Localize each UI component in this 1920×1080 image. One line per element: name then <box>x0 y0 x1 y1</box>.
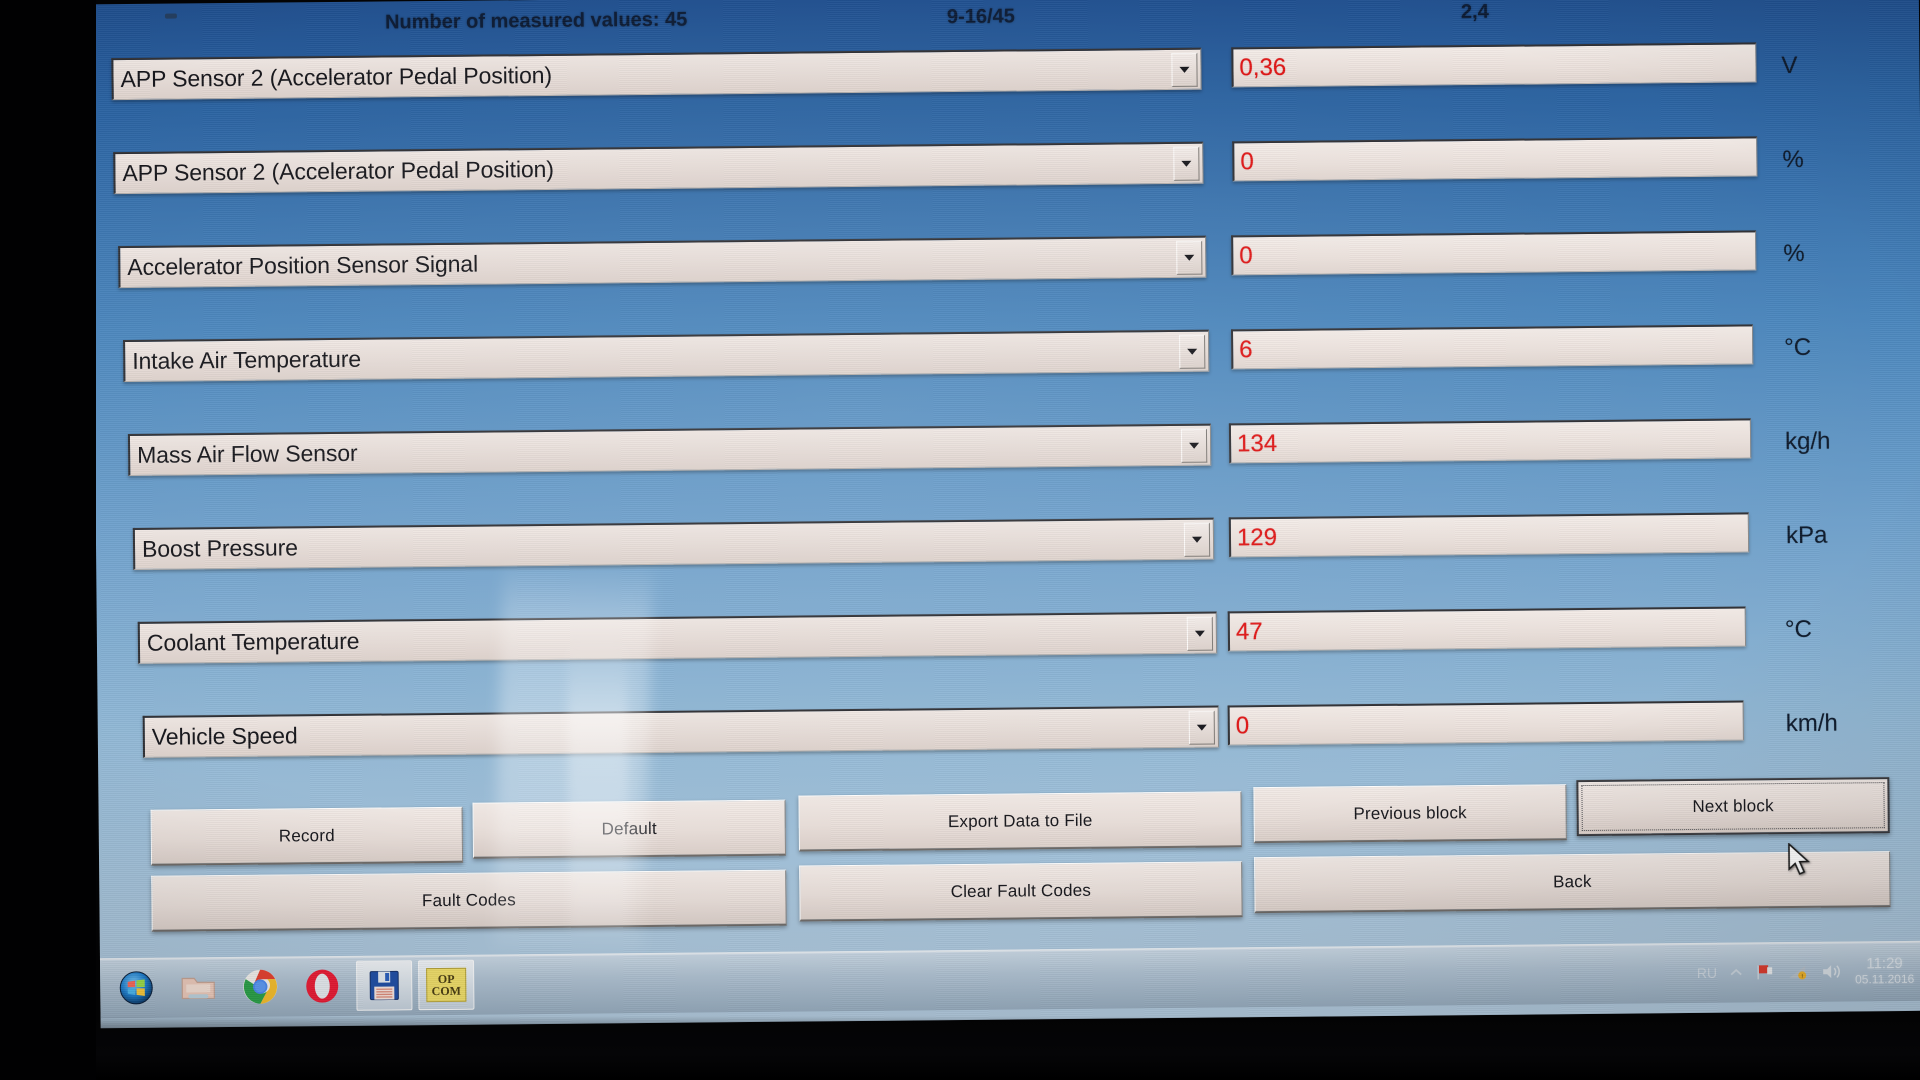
tray-language-indicator[interactable]: RU <box>1697 965 1717 981</box>
unit-label-6: kPa <box>1785 521 1828 550</box>
value-field-2: 0 <box>1232 136 1758 182</box>
volume-icon[interactable] <box>1821 963 1843 981</box>
value-text-6: 129 <box>1236 523 1278 551</box>
default-button[interactable]: Default <box>472 799 787 859</box>
record-button[interactable]: Record <box>150 806 464 866</box>
taskbar-item-opcom[interactable]: OP COM <box>418 959 475 1011</box>
opcom-icon-line2: COM <box>431 983 462 999</box>
parameter-select-3-label: Accelerator Position Sensor Signal <box>127 250 479 280</box>
unit-label-4: °C <box>1784 333 1812 362</box>
unit-label-5: kg/h <box>1784 427 1831 456</box>
value-text-8: 0 <box>1235 711 1250 739</box>
measured-values-list: APP Sensor 2 (Accelerator Pedal Position… <box>91 31 1920 817</box>
export-data-button[interactable]: Export Data to File <box>798 791 1242 852</box>
value-field-1: 0,36 <box>1231 42 1757 88</box>
next-block-button-label: Next block <box>1692 796 1774 816</box>
measured-value-row: APP Sensor 2 (Accelerator Pedal Position… <box>92 127 1920 241</box>
chevron-up-icon[interactable] <box>1729 967 1743 977</box>
parameter-select-4[interactable]: Intake Air Temperature <box>123 329 1210 383</box>
photo-bottom-bezel <box>0 1016 1920 1080</box>
unit-label-1: V <box>1781 51 1798 80</box>
chrome-icon <box>243 969 278 1004</box>
value-field-3: 0 <box>1231 230 1757 276</box>
value-text-4: 6 <box>1239 335 1253 363</box>
parameter-select-1[interactable]: APP Sensor 2 (Accelerator Pedal Position… <box>111 47 1202 101</box>
laptop-screen: Number of measured values: 45 9-16/45 2,… <box>90 0 1920 1029</box>
taskbar-item-chrome[interactable] <box>232 961 288 1012</box>
taskbar-item-explorer[interactable] <box>170 962 226 1013</box>
network-icon[interactable]: ! <box>1787 963 1809 981</box>
chevron-down-icon[interactable] <box>1173 146 1200 181</box>
parameter-select-5[interactable]: Mass Air Flow Sensor <box>127 423 1212 476</box>
taskbar-item-opera[interactable] <box>294 961 350 1012</box>
windows-start-icon <box>119 971 153 1005</box>
chevron-down-icon[interactable] <box>1183 522 1211 557</box>
parameter-select-2-label: APP Sensor 2 (Accelerator Pedal Position… <box>122 155 554 187</box>
photo-of-laptop-screen: Number of measured values: 45 9-16/45 2,… <box>0 0 1920 1080</box>
parameter-select-7[interactable]: Coolant Temperature <box>137 611 1218 664</box>
value-field-4: 6 <box>1230 324 1754 370</box>
measured-value-row: Intake Air Temperature 6 °C <box>94 319 1920 433</box>
flag-action-center-icon[interactable] <box>1755 962 1775 982</box>
value-text-1: 0,36 <box>1239 53 1287 81</box>
tray-clock[interactable]: 11:29 05.11.2016 <box>1855 955 1914 987</box>
value-text-3: 0 <box>1239 241 1253 269</box>
value-field-5: 134 <box>1228 418 1752 464</box>
photo-left-bezel <box>0 0 96 1080</box>
chevron-down-icon[interactable] <box>1176 240 1203 275</box>
value-text-7: 47 <box>1235 617 1263 645</box>
screen-speck <box>164 13 177 19</box>
system-tray: RU ! 11:29 05.11.2016 <box>1697 955 1920 988</box>
windows-taskbar: OP COM RU ! 11:29 05.11.2016 <box>99 940 1920 1019</box>
measured-values-count-label: Number of measured values: 45 <box>384 8 688 34</box>
parameter-select-1-label: APP Sensor 2 (Accelerator Pedal Position… <box>120 61 553 93</box>
parameter-select-6[interactable]: Boost Pressure <box>132 517 1215 570</box>
opera-icon <box>306 969 339 1003</box>
parameter-select-3[interactable]: Accelerator Position Sensor Signal <box>118 235 1207 289</box>
value-text-5: 134 <box>1236 429 1278 457</box>
value-text-2: 0 <box>1240 147 1254 175</box>
chevron-down-icon[interactable] <box>1188 710 1215 745</box>
measured-value-row: Accelerator Position Sensor Signal 0 % <box>93 223 1920 337</box>
opcom-icon: OP COM <box>426 967 467 1003</box>
taskbar-item-save[interactable] <box>356 960 413 1011</box>
parameter-select-8[interactable]: Vehicle Speed <box>142 705 1220 758</box>
measured-value-row: APP Sensor 2 (Accelerator Pedal Position… <box>91 31 1920 145</box>
value-field-7: 47 <box>1227 606 1747 652</box>
mouse-cursor-icon <box>1788 842 1811 876</box>
unit-label-7: °C <box>1784 615 1812 644</box>
unit-label-2: % <box>1782 145 1804 174</box>
fault-codes-button[interactable]: Fault Codes <box>151 869 787 932</box>
parameter-select-6-label: Boost Pressure <box>141 534 299 562</box>
tray-date: 05.11.2016 <box>1855 971 1915 987</box>
clear-fault-codes-button[interactable]: Clear Fault Codes <box>799 861 1243 922</box>
chevron-down-icon[interactable] <box>1171 52 1198 87</box>
start-button[interactable] <box>108 963 164 1014</box>
next-block-button[interactable]: Next block <box>1576 777 1890 837</box>
parameter-select-8-label: Vehicle Speed <box>151 722 298 750</box>
measured-value-row: Mass Air Flow Sensor 134 kg/h <box>95 415 1920 529</box>
header-extra-value: 2,4 <box>1460 0 1489 24</box>
parameter-select-4-label: Intake Air Temperature <box>132 345 362 374</box>
parameter-select-2[interactable]: APP Sensor 2 (Accelerator Pedal Position… <box>113 141 1204 195</box>
floppy-save-icon <box>369 970 399 1001</box>
block-range-label: 9-16/45 <box>946 5 1015 29</box>
chevron-down-icon[interactable] <box>1186 616 1214 651</box>
previous-block-button[interactable]: Previous block <box>1253 784 1567 844</box>
value-field-8: 0 <box>1227 700 1744 746</box>
tray-time: 11:29 <box>1866 955 1903 973</box>
parameter-select-5-label: Mass Air Flow Sensor <box>137 439 358 468</box>
parameter-select-7-label: Coolant Temperature <box>146 627 360 656</box>
value-field-6: 129 <box>1228 512 1750 558</box>
chevron-down-icon[interactable] <box>1180 428 1208 463</box>
chevron-down-icon[interactable] <box>1179 334 1206 369</box>
explorer-icon <box>181 977 215 1000</box>
unit-label-8: km/h <box>1785 709 1838 738</box>
unit-label-3: % <box>1783 239 1805 268</box>
